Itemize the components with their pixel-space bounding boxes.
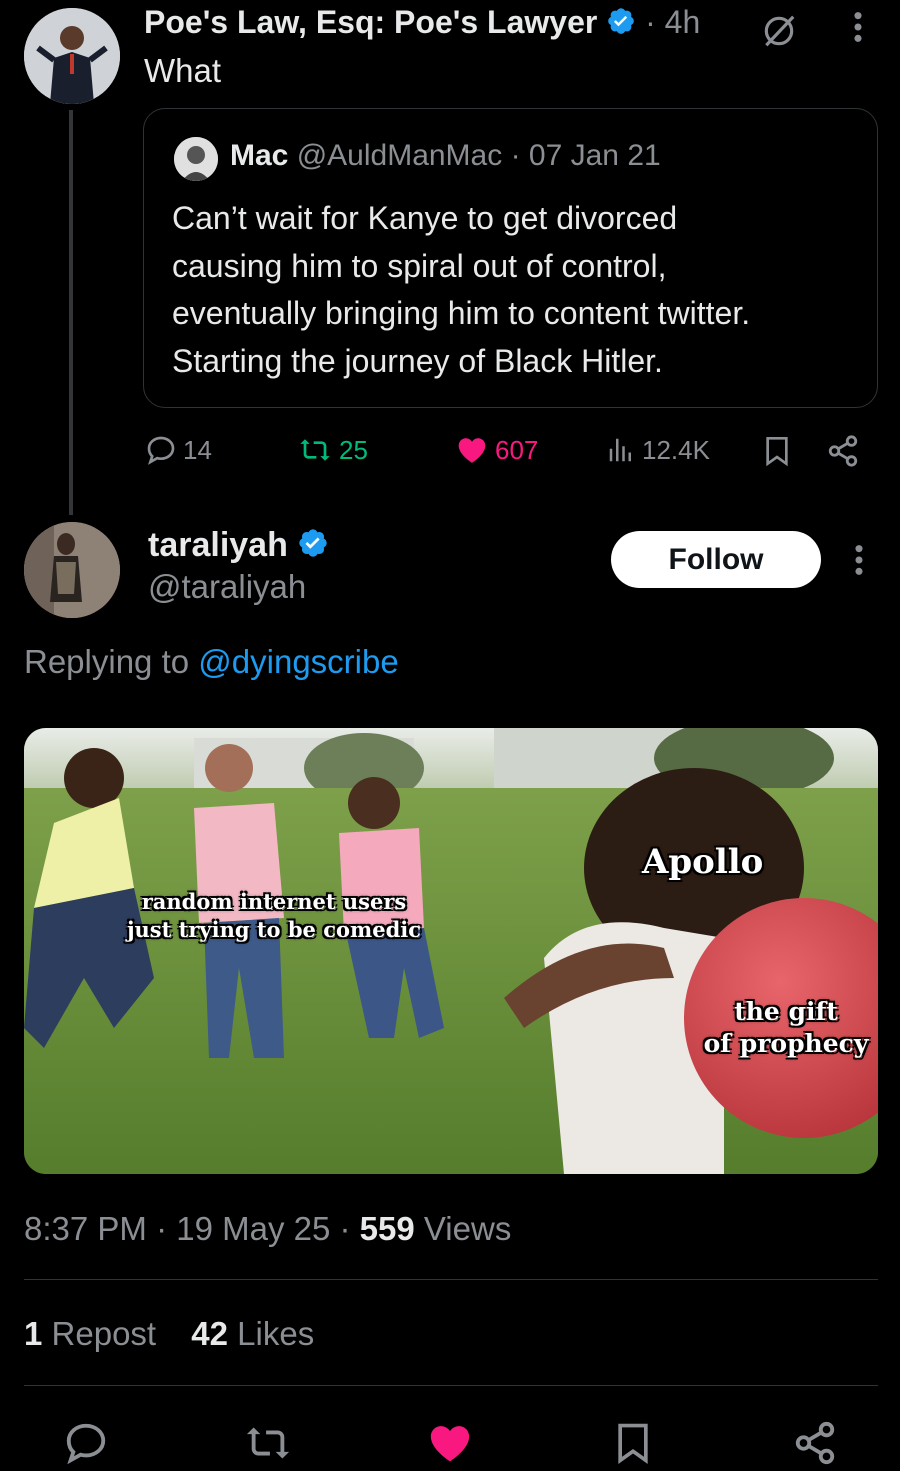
parent-header: Poe's Law, Esq: Poe's Lawyer · 4h	[144, 4, 700, 44]
reply-count: 14	[183, 434, 212, 465]
parent-avatar[interactable]	[24, 8, 120, 104]
share-icon[interactable]	[826, 434, 860, 468]
quoted-date: · 07 Jan 21	[510, 139, 661, 172]
reply-icon	[145, 434, 177, 466]
like-stat[interactable]: 607	[455, 434, 538, 466]
likes-link[interactable]: 42 Likes	[191, 1315, 314, 1352]
like-count: 607	[495, 434, 539, 465]
replying-to: Replying to @dyingscribe	[24, 643, 399, 681]
bookmark-icon[interactable]	[611, 1420, 655, 1466]
repost-icon	[297, 434, 333, 466]
author-avatar[interactable]	[24, 522, 120, 618]
quoted-line: causing him to spiral out of control,	[172, 247, 667, 284]
meme-caption-line: the gift	[734, 997, 838, 1026]
divider	[24, 1385, 878, 1386]
quoted-line: Can’t wait for Kanye to get divorced	[172, 200, 678, 236]
divider	[24, 1279, 878, 1280]
views-icon	[606, 434, 636, 466]
parent-text: What	[144, 52, 222, 89]
engagement-counts: 1 Repost 42 Likes	[24, 1315, 314, 1353]
share-icon[interactable]	[792, 1420, 838, 1466]
likes-label: Likes	[237, 1315, 315, 1352]
repost-number: 1	[24, 1315, 43, 1352]
reposts-link[interactable]: 1 Repost	[24, 1315, 165, 1352]
quoted-name: Mac	[230, 139, 289, 172]
heart-icon	[455, 434, 489, 466]
meme-caption-left: random internet users just trying to be …	[114, 888, 434, 944]
quoted-line: eventually bringing him to content twitt…	[172, 295, 751, 331]
views-stat[interactable]: 12.4K	[606, 434, 710, 466]
quoted-text: Can’t wait for Kanye to get divorced cau…	[172, 195, 750, 385]
tweet-timestamp[interactable]: 8:37 PM · 19 May 25 ·	[24, 1210, 350, 1247]
repost-count: 25	[339, 434, 368, 465]
author-display-name[interactable]: taraliyah	[148, 526, 288, 564]
quoted-line: Starting the journey of Black Hitler.	[172, 342, 663, 379]
more-icon[interactable]	[851, 543, 867, 577]
follow-button[interactable]: Follow	[611, 531, 821, 588]
meme-caption-ball: the gift of prophecy	[696, 996, 876, 1060]
quoted-tweet[interactable]: Mac @AuldManMac · 07 Jan 21 Can’t wait f…	[143, 108, 878, 408]
views-number: 559	[359, 1210, 415, 1247]
reply-icon[interactable]	[63, 1420, 109, 1466]
meme-caption-line: random internet users	[141, 889, 407, 914]
meme-picture	[24, 728, 878, 1174]
replying-to-link[interactable]: @dyingscribe	[198, 643, 398, 680]
meme-caption-line: just trying to be comedic	[126, 917, 422, 942]
bookmark-icon[interactable]	[761, 434, 793, 468]
reply-stat[interactable]: 14	[145, 434, 212, 466]
repost-stat[interactable]: 25	[297, 434, 368, 466]
quoted-handle: @AuldManMac	[296, 139, 503, 172]
replying-prefix: Replying to	[24, 643, 190, 680]
meme-caption-line: of prophecy	[703, 1029, 869, 1058]
grok-icon[interactable]	[760, 12, 798, 50]
repost-icon[interactable]	[244, 1420, 292, 1466]
meme-caption-apollo: Apollo	[642, 842, 764, 882]
verified-badge-icon	[297, 527, 329, 568]
views-count: 12.4K	[642, 434, 710, 465]
author-header: taraliyah	[148, 526, 329, 568]
parent-display-name[interactable]: Poe's Law, Esq: Poe's Lawyer	[144, 4, 597, 40]
quoted-header: Mac @AuldManMac · 07 Jan 21	[230, 139, 661, 173]
tweet-meta: 8:37 PM · 19 May 25 · 559 Views	[24, 1210, 511, 1248]
verified-badge-icon	[606, 6, 636, 44]
author-handle[interactable]: @taraliyah	[148, 568, 306, 606]
more-icon[interactable]	[850, 10, 866, 44]
views-label: Views	[423, 1210, 512, 1247]
heart-icon[interactable]	[426, 1420, 474, 1466]
quoted-avatar	[174, 137, 218, 181]
thread-line	[69, 110, 73, 515]
repost-label: Repost	[51, 1315, 157, 1352]
parent-time: · 4h	[645, 4, 701, 40]
meme-image[interactable]: random internet users just trying to be …	[24, 728, 878, 1174]
likes-number: 42	[191, 1315, 228, 1352]
